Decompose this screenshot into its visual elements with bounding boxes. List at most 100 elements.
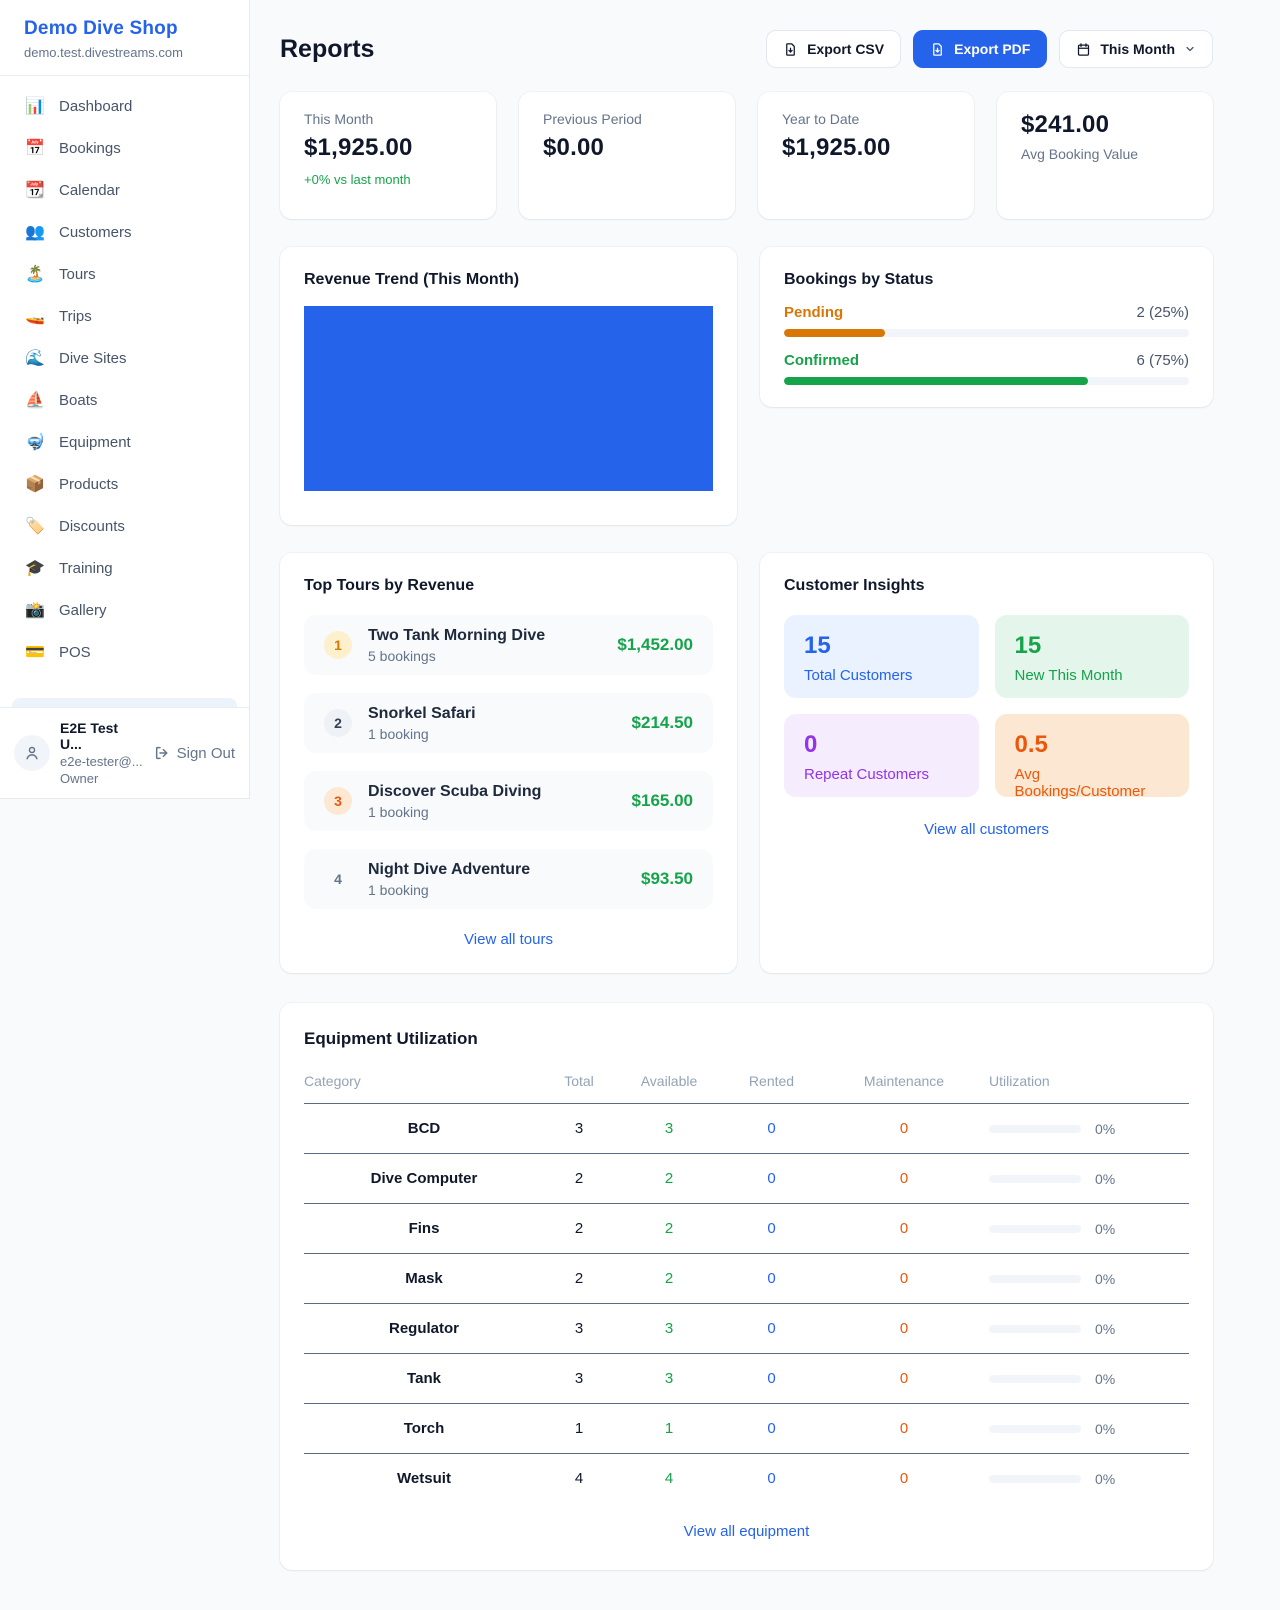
utilization-track	[989, 1475, 1081, 1483]
bookings-by-status-title: Bookings by Status	[784, 271, 1189, 289]
cell-rented: 0	[724, 1254, 819, 1304]
sidebar-item-label: Trips	[59, 308, 92, 325]
cell-available: 3	[614, 1104, 724, 1154]
sign-out-button[interactable]: Sign Out	[154, 745, 235, 762]
cell-rented: 0	[724, 1404, 819, 1454]
equipment-utilization-card: Equipment Utilization Category Total Ava…	[280, 1003, 1213, 1570]
cell-rented: 0	[724, 1204, 819, 1254]
credit-card-icon: 💳	[24, 645, 46, 661]
insights-grid: 15 Total Customers 15 New This Month 0 R…	[784, 615, 1189, 797]
rank-badge: 1	[324, 631, 352, 659]
insight-total-customers: 15 Total Customers	[784, 615, 979, 698]
cell-total: 2	[544, 1204, 614, 1254]
dashboard-icon: 📊	[24, 99, 46, 115]
user-name: E2E Test U...	[60, 720, 144, 752]
sidebar-item-dive-sites[interactable]: 🌊 Dive Sites	[12, 341, 237, 376]
sidebar-item-trips[interactable]: 🚤 Trips	[12, 299, 237, 334]
column-header: Category	[304, 1061, 544, 1104]
sidebar-item-partial[interactable]	[12, 698, 237, 707]
cell-utilization: 0%	[989, 1304, 1189, 1354]
tour-name: Discover Scuba Diving	[368, 783, 541, 801]
table-row: Torch 1 1 0 0 0%	[304, 1404, 1189, 1454]
progress-fill	[784, 377, 1088, 385]
insight-repeat-customers: 0 Repeat Customers	[784, 714, 979, 797]
stat-label: Previous Period	[543, 111, 711, 127]
tour-list: 1 Two Tank Morning Dive 5 bookings $1,45…	[304, 615, 713, 909]
person-icon	[23, 744, 41, 762]
brand: Demo Dive Shop demo.test.divestreams.com	[0, 0, 249, 76]
column-header: Available	[614, 1061, 724, 1104]
cell-total: 3	[544, 1304, 614, 1354]
insight-label: Total Customers	[804, 667, 959, 684]
utilization-label: 0%	[1095, 1371, 1115, 1387]
sidebar-item-calendar[interactable]: 📆 Calendar	[12, 173, 237, 208]
sidebar-item-label: Tours	[59, 266, 96, 283]
cell-total: 2	[544, 1154, 614, 1204]
main-content: Reports Export CSV Exp	[250, 0, 1280, 1570]
insight-avg-bookings: 0.5 Avg Bookings/Customer	[995, 714, 1190, 797]
cell-maintenance: 0	[819, 1104, 989, 1154]
utilization-label: 0%	[1095, 1171, 1115, 1187]
cell-total: 3	[544, 1104, 614, 1154]
reports-page: Demo Dive Shop demo.test.divestreams.com…	[0, 0, 1280, 1610]
sidebar-item-label: Training	[59, 560, 113, 577]
calendar-icon	[1076, 42, 1091, 57]
sidebar-item-customers[interactable]: 👥 Customers	[12, 215, 237, 250]
stat-card-avg-booking-value: $241.00 Avg Booking Value	[997, 92, 1213, 219]
export-pdf-button[interactable]: Export PDF	[913, 30, 1047, 68]
equipment-table: Category Total Available Rented Maintena…	[304, 1061, 1189, 1503]
header-actions: Export CSV Export PDF	[766, 30, 1213, 68]
tour-amount: $1,452.00	[617, 635, 693, 655]
sidebar-item-dashboard[interactable]: 📊 Dashboard	[12, 89, 237, 124]
rank-badge: 2	[324, 709, 352, 737]
sidebar-item-equipment[interactable]: 🤿 Equipment	[12, 425, 237, 460]
file-download-icon	[930, 42, 945, 57]
column-header: Rented	[724, 1061, 819, 1104]
user-role: Owner	[60, 771, 144, 786]
customer-insights-title: Customer Insights	[784, 577, 1189, 595]
sidebar-item-label: Equipment	[59, 434, 131, 451]
rank-badge: 4	[324, 865, 352, 893]
cell-utilization: 0%	[989, 1104, 1189, 1154]
cell-available: 3	[614, 1354, 724, 1404]
sidebar-item-pos[interactable]: 💳 POS	[12, 635, 237, 670]
cell-category: Regulator	[304, 1304, 544, 1354]
tour-bookings: 5 bookings	[368, 648, 545, 664]
cell-rented: 0	[724, 1454, 819, 1504]
tour-name: Night Dive Adventure	[368, 861, 530, 879]
cell-utilization: 0%	[989, 1254, 1189, 1304]
cell-category: Mask	[304, 1254, 544, 1304]
stat-cards: This Month $1,925.00 +0% vs last month P…	[280, 92, 1213, 219]
utilization-track	[989, 1125, 1081, 1133]
stat-value: $241.00	[1021, 111, 1189, 139]
cell-maintenance: 0	[819, 1354, 989, 1404]
sidebar-item-gallery[interactable]: 📸 Gallery	[12, 593, 237, 628]
status-count: 2 (25%)	[1136, 304, 1189, 321]
sidebar-item-bookings[interactable]: 📅 Bookings	[12, 131, 237, 166]
period-dropdown[interactable]: This Month	[1059, 30, 1213, 68]
table-row: Regulator 3 3 0 0 0%	[304, 1304, 1189, 1354]
progress-track	[784, 329, 1189, 337]
view-all-customers-link[interactable]: View all customers	[784, 821, 1189, 838]
view-all-tours-link[interactable]: View all tours	[304, 931, 713, 948]
wave-icon: 🌊	[24, 351, 46, 367]
sidebar-item-products[interactable]: 📦 Products	[12, 467, 237, 502]
sidebar-item-boats[interactable]: ⛵ Boats	[12, 383, 237, 418]
sidebar-item-label: Customers	[59, 224, 132, 241]
sidebar-item-discounts[interactable]: 🏷️ Discounts	[12, 509, 237, 544]
cell-available: 2	[614, 1254, 724, 1304]
bookings-by-status-card: Bookings by Status Pending 2 (25%) Confi…	[760, 247, 1213, 407]
tour-item: 2 Snorkel Safari 1 booking $214.50	[304, 693, 713, 753]
view-all-equipment-link[interactable]: View all equipment	[304, 1523, 1189, 1540]
sidebar-item-tours[interactable]: 🏝️ Tours	[12, 257, 237, 292]
insight-label: New This Month	[1015, 667, 1170, 684]
utilization-label: 0%	[1095, 1271, 1115, 1287]
customer-insights-card: Customer Insights 15 Total Customers 15 …	[760, 553, 1213, 973]
cell-total: 3	[544, 1354, 614, 1404]
column-header: Utilization	[989, 1061, 1189, 1104]
user-email: e2e-tester@...	[60, 754, 144, 769]
export-csv-button[interactable]: Export CSV	[766, 30, 901, 68]
cell-category: Torch	[304, 1404, 544, 1454]
table-row: BCD 3 3 0 0 0%	[304, 1104, 1189, 1154]
sidebar-item-training[interactable]: 🎓 Training	[12, 551, 237, 586]
